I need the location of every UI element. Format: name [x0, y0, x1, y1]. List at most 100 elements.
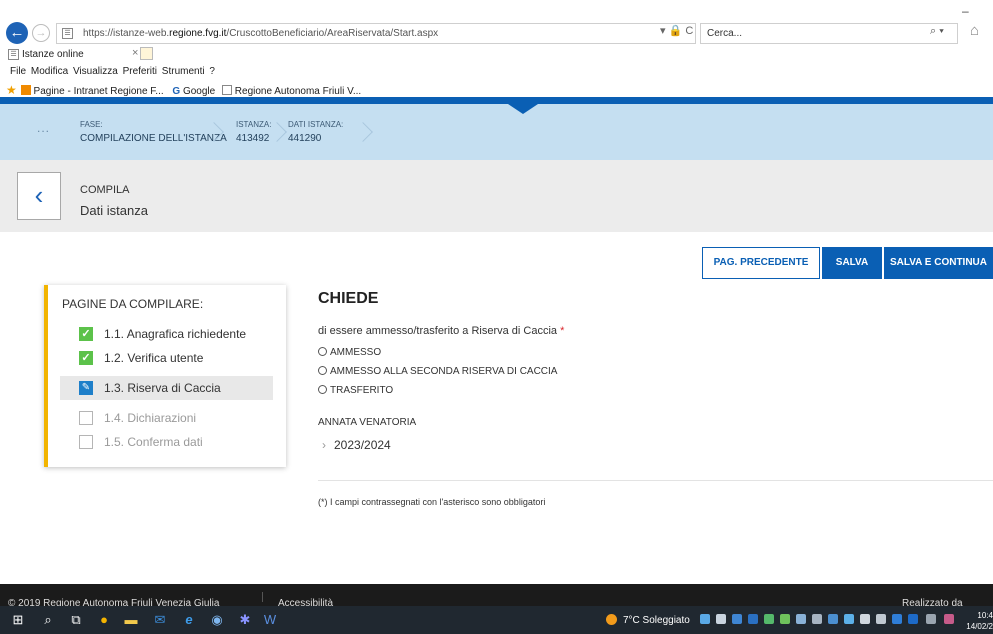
windows-start-icon[interactable]: ⊞ — [10, 612, 26, 628]
menu-strumenti[interactable]: Strumenti — [162, 66, 205, 77]
search-icon[interactable]: ⌕ — [40, 612, 56, 628]
divider — [318, 480, 993, 481]
required-note: (*) I campi contrassegnati con l'asteris… — [318, 497, 546, 507]
minimize-button[interactable]: – — [962, 4, 969, 18]
sun-icon — [606, 614, 617, 625]
chevron-right-icon: › — [322, 438, 326, 452]
tray-icon[interactable] — [780, 614, 790, 624]
bluetooth-icon[interactable] — [908, 614, 918, 624]
network-icon[interactable] — [944, 614, 954, 624]
tray-icon[interactable] — [700, 614, 710, 624]
browser-tab[interactable]: Istanze online — [6, 48, 146, 62]
url-path: /CruscottoBeneficiario/AreaRiservata/Sta… — [226, 28, 439, 39]
forward-arrow-icon[interactable]: → — [32, 24, 50, 42]
google-icon: G — [172, 86, 181, 97]
compile-label: COMPILA — [80, 184, 130, 196]
radio-trasferito[interactable]: TRASFERITO — [318, 385, 393, 396]
tray-icon[interactable] — [812, 614, 822, 624]
word-icon[interactable]: W — [262, 612, 278, 628]
radio-circle-icon[interactable] — [318, 385, 327, 394]
file-explorer-icon[interactable]: ▬ — [123, 612, 139, 628]
compile-header — [0, 160, 993, 232]
save-button[interactable]: SALVA — [822, 247, 882, 279]
annata-value[interactable]: › 2023/2024 — [322, 438, 391, 452]
page-item-conferma: 1.5. Conferma dati — [60, 430, 273, 454]
pages-title: PAGINE DA COMPILARE: — [62, 297, 204, 311]
new-tab-button[interactable] — [140, 47, 153, 60]
radio-circle-icon[interactable] — [318, 347, 327, 356]
more-dots-icon[interactable]: ... — [37, 121, 50, 135]
previous-page-button[interactable]: PAG. PRECEDENTE — [702, 247, 820, 279]
radio-ammesso[interactable]: AMMESSO — [318, 347, 381, 358]
tray-icon[interactable] — [796, 614, 806, 624]
home-icon[interactable]: ⌂ — [970, 22, 979, 39]
footer-accessibility-link[interactable]: Accessibilità — [278, 598, 333, 606]
page-item-label: 1.3. Riserva di Caccia — [104, 381, 221, 395]
annata-label: ANNATA VENATORIA — [318, 417, 417, 428]
form-heading: CHIEDE — [318, 290, 379, 307]
radio-seconda-riserva[interactable]: AMMESSO ALLA SECONDA RISERVA DI CACCIA — [318, 366, 557, 377]
internet-explorer-icon[interactable]: e — [181, 612, 197, 628]
tray-icon[interactable] — [748, 614, 758, 624]
search-input[interactable]: Cerca... — [700, 23, 958, 44]
dati-istanza-label: DATI ISTANZA: — [288, 120, 344, 129]
page-title: Dati istanza — [80, 203, 148, 218]
favorites-star-icon[interactable]: ★ — [6, 83, 17, 97]
browser-icon[interactable]: ◉ — [209, 612, 225, 628]
page-item-anagrafica[interactable]: ✓ 1.1. Anagrafica richiedente — [60, 322, 273, 346]
page-item-verifica[interactable]: ✓ 1.2. Verifica utente — [60, 346, 273, 370]
url-prefix: https://istanze-web. — [83, 28, 170, 39]
tray-icon[interactable] — [716, 614, 726, 624]
page-item-dichiarazioni: 1.4. Dichiarazioni — [60, 406, 273, 430]
url-host: regione.fvg.it — [169, 28, 227, 39]
tray-icon[interactable] — [828, 614, 838, 624]
menu-help[interactable]: ? — [209, 66, 215, 77]
checkmark-icon: ✓ — [79, 327, 93, 341]
site-footer: © 2019 Regione Autonoma Friuli Venezia G… — [0, 584, 993, 606]
favorite-region[interactable]: Regione Autonoma Friuli V... — [235, 86, 361, 97]
chrome-icon[interactable]: ● — [96, 612, 112, 628]
radio-circle-icon[interactable] — [318, 366, 327, 375]
menu-modifica[interactable]: Modifica — [31, 66, 68, 77]
footer-divider — [262, 592, 263, 602]
favorite-google[interactable]: Google — [183, 86, 215, 97]
weather-text: 7°C Soleggiato — [623, 615, 690, 626]
address-bar[interactable]: https://istanze-web.regione.fvg.it/Crusc… — [56, 23, 696, 44]
radio-label: TRASFERITO — [330, 385, 394, 396]
tray-icon[interactable] — [860, 614, 870, 624]
tray-icon[interactable] — [844, 614, 854, 624]
taskbar-clock[interactable]: 10:4 14/02/2 — [962, 610, 993, 632]
task-view-icon[interactable]: ⧉ — [68, 612, 84, 628]
tray-icon[interactable] — [892, 614, 902, 624]
browser-chrome: – ← → https://istanze-web.regione.fvg.it… — [0, 0, 993, 97]
menu-file[interactable]: File — [10, 66, 26, 77]
tab-close-icon[interactable]: × — [132, 47, 138, 59]
phase-bar — [0, 104, 993, 160]
page-icon: ☰ — [62, 28, 73, 39]
back-button[interactable]: ‹ — [17, 172, 61, 220]
weather-widget[interactable]: 7°C Soleggiato — [606, 614, 690, 626]
save-continue-button[interactable]: SALVA E CONTINUA — [884, 247, 993, 279]
tray-icon[interactable] — [732, 614, 742, 624]
tray-icon[interactable] — [876, 614, 886, 624]
menu-preferiti[interactable]: Preferiti — [123, 66, 157, 77]
favorite-intranet[interactable]: Pagine - Intranet Regione F... — [34, 86, 164, 97]
empty-checkbox-icon — [79, 435, 93, 449]
menu-visualizza[interactable]: Visualizza — [73, 66, 118, 77]
teams-icon[interactable]: ✱ — [237, 612, 253, 628]
back-arrow-icon[interactable]: ← — [6, 22, 28, 44]
page-item-label: 1.2. Verifica utente — [104, 351, 204, 365]
annata-value-text: 2023/2024 — [334, 438, 391, 452]
address-tools[interactable]: ▾ 🔒 C — [660, 24, 693, 37]
volume-icon[interactable] — [926, 614, 936, 624]
outlook-icon[interactable]: ✉ — [152, 612, 168, 628]
region-favicon — [222, 85, 232, 95]
question-label: di essere ammesso/trasferito a Riserva d… — [318, 325, 564, 337]
page-item-label: 1.5. Conferma dati — [104, 435, 203, 449]
search-icon[interactable]: ⌕ ▾ — [930, 25, 944, 38]
footer-copyright: © 2019 Regione Autonoma Friuli Venezia G… — [8, 598, 220, 606]
page-item-riserva[interactable]: ✎ 1.3. Riserva di Caccia — [60, 376, 273, 400]
page-item-label: 1.4. Dichiarazioni — [104, 411, 197, 425]
question-text: di essere ammesso/trasferito a Riserva d… — [318, 325, 558, 337]
tray-icon[interactable] — [764, 614, 774, 624]
